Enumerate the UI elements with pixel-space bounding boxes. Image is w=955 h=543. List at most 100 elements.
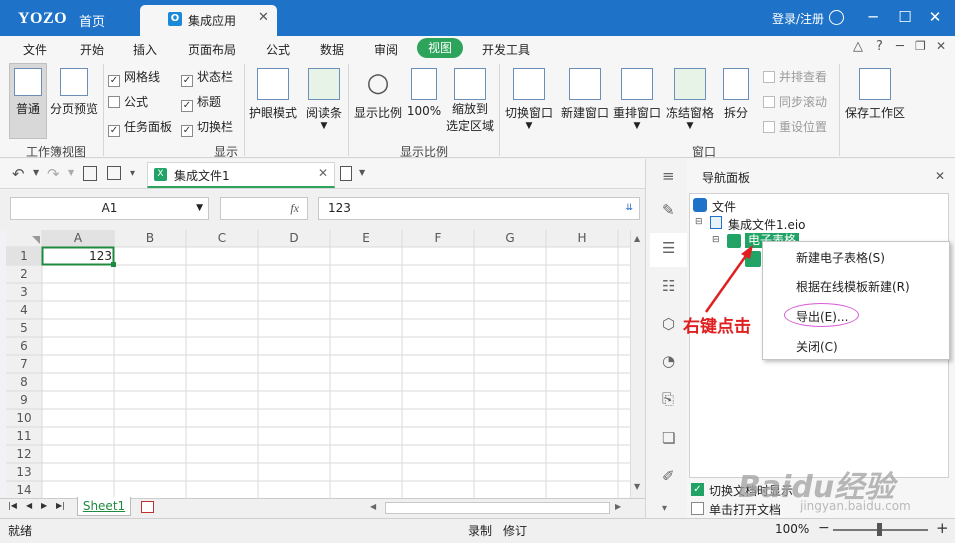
undo-dropdown-icon[interactable]: ▼ <box>33 168 39 177</box>
title-checkbox[interactable]: ✓ 标题 <box>181 93 221 112</box>
menu-formula[interactable]: 公式 <box>266 41 290 58</box>
split-button[interactable]: 拆分 <box>718 68 754 121</box>
pen-icon[interactable]: ✎ <box>662 201 675 219</box>
column-header-a[interactable]: A <box>42 231 114 245</box>
fx-button[interactable]: fx <box>220 197 308 220</box>
formula-input[interactable]: 123 ⇊ <box>318 197 640 220</box>
column-header-e[interactable]: E <box>330 231 402 245</box>
row-header-1[interactable]: 1 <box>6 249 42 263</box>
single-click-checkbox[interactable] <box>691 502 704 515</box>
column-header-g[interactable]: G <box>474 231 546 245</box>
chart-icon[interactable]: ◔ <box>662 352 675 370</box>
close-tab-icon[interactable]: ✕ <box>258 10 269 25</box>
more-icon[interactable]: ▾ <box>662 503 667 514</box>
cell-a1[interactable]: 123 <box>44 249 112 263</box>
print-preview-icon[interactable] <box>83 166 97 181</box>
column-header-b[interactable]: B <box>114 231 186 245</box>
nav-close-icon[interactable]: ✕ <box>935 169 945 183</box>
edit-icon[interactable]: ✐ <box>662 467 675 485</box>
row-header-3[interactable]: 3 <box>6 285 42 299</box>
column-header-d[interactable]: D <box>258 231 330 245</box>
row-header-4[interactable]: 4 <box>6 303 42 317</box>
next-sheet-icon[interactable]: ▶ <box>41 501 47 510</box>
vertical-scrollbar[interactable]: ▲ ▼ <box>630 230 645 498</box>
zoom-slider-handle[interactable] <box>877 523 882 536</box>
ctx-new-spreadsheet[interactable]: 新建电子表格(S) <box>796 249 885 266</box>
cube-icon[interactable]: ⬡ <box>662 315 675 333</box>
column-header-f[interactable]: F <box>402 231 474 245</box>
menu-page-layout[interactable]: 页面布局 <box>188 41 236 58</box>
column-header-h[interactable]: H <box>546 231 618 245</box>
collapse-icon[interactable]: ⊟ <box>695 217 703 227</box>
zoom-100-button[interactable]: 100% <box>405 68 443 118</box>
row-header-8[interactable]: 8 <box>6 375 42 389</box>
minimize-icon[interactable]: ─ <box>863 8 883 26</box>
scroll-down-icon[interactable]: ▼ <box>634 482 640 491</box>
settings-icon[interactable]: ☷ <box>662 277 675 295</box>
scroll-right-icon[interactable]: ▶ <box>615 502 621 511</box>
list-icon[interactable]: ☰ <box>662 239 675 257</box>
name-box[interactable]: A1 ▼ <box>10 197 209 220</box>
close-document-icon[interactable]: ✕ <box>318 166 328 180</box>
maximize-icon[interactable]: ☐ <box>895 8 915 26</box>
redo-dropdown-icon[interactable]: ▼ <box>68 168 74 177</box>
user-icon[interactable] <box>829 10 844 25</box>
customize-dropdown-icon[interactable]: ▾ <box>130 168 135 179</box>
close-window-icon[interactable]: ✕ <box>925 8 945 26</box>
save-icon[interactable] <box>107 166 121 180</box>
minimize-doc-icon[interactable]: ─ <box>896 39 904 54</box>
close-doc-icon[interactable]: ✕ <box>936 39 946 53</box>
normal-view-button[interactable]: 普通 <box>10 68 46 117</box>
reading-bar-button[interactable]: 阅读条 ▼ <box>302 68 346 131</box>
help-icon[interactable]: ? <box>876 39 883 54</box>
menu-developer[interactable]: 开发工具 <box>482 41 530 58</box>
undo-icon[interactable]: ↶ <box>12 165 25 183</box>
add-sheet-icon[interactable] <box>141 501 154 513</box>
ctx-new-from-template[interactable]: 根据在线模板新建(R) <box>796 278 910 295</box>
redo-icon[interactable]: ↷ <box>47 165 60 183</box>
spreadsheet-grid[interactable]: ABCDEFGH 1 2 3 4 5 6 7 8 9 10 11 12 13 14 123 <box>6 230 630 498</box>
eye-mode-button[interactable]: 护眼模式 <box>247 68 299 121</box>
switch-show-checkbox[interactable]: ✓ <box>691 483 704 496</box>
freeze-panes-button[interactable]: 冻结窗格 ▼ <box>664 68 716 131</box>
tree-file-label[interactable]: 集成文件1.eio <box>728 216 806 233</box>
home-tab[interactable]: 首页 <box>79 11 105 30</box>
menu-review[interactable]: 审阅 <box>374 41 398 58</box>
gridlines-checkbox[interactable]: ✓ 网格线 <box>108 68 160 87</box>
taskpane-checkbox[interactable]: ✓ 任务面板 <box>108 118 172 137</box>
sync-scroll-button[interactable]: 同步滚动 <box>763 93 827 110</box>
revise-button[interactable]: 修订 <box>503 522 527 539</box>
new-document-icon[interactable] <box>340 166 352 181</box>
zoom-in-icon[interactable]: + <box>936 519 949 537</box>
new-window-button[interactable]: 新建窗口 <box>559 68 611 121</box>
menu-home[interactable]: 开始 <box>80 41 104 58</box>
row-header-13[interactable]: 13 <box>6 465 42 479</box>
login-link[interactable]: 登录/注册 <box>772 10 824 27</box>
zoom-button[interactable]: ○ 显示比例 <box>352 68 404 121</box>
row-header-14[interactable]: 14 <box>6 483 42 497</box>
last-sheet-icon[interactable]: ▶| <box>56 501 65 510</box>
row-header-5[interactable]: 5 <box>6 321 42 335</box>
restore-doc-icon[interactable]: ❐ <box>915 39 926 53</box>
row-header-6[interactable]: 6 <box>6 339 42 353</box>
record-macro-button[interactable]: 录制 <box>468 522 492 539</box>
horizontal-scrollbar[interactable] <box>385 502 610 514</box>
side-by-side-button[interactable]: 并排查看 <box>763 68 827 85</box>
clip-icon[interactable]: ⎘ <box>662 390 674 408</box>
expand-formula-icon[interactable]: ⇊ <box>625 198 633 219</box>
scroll-left-icon[interactable]: ◀ <box>370 502 376 511</box>
scroll-up-icon[interactable]: ▲ <box>634 234 640 243</box>
zoom-selection-button[interactable]: 缩放到 选定区域 <box>443 68 497 134</box>
ctx-close[interactable]: 关闭(C) <box>796 338 838 355</box>
menu-view[interactable]: 视图 <box>417 38 463 58</box>
page-preview-button[interactable]: 分页预览 <box>48 68 100 117</box>
menu-file[interactable]: 文件 <box>23 41 47 58</box>
tree-root-label[interactable]: 文件 <box>712 198 736 215</box>
arrange-window-button[interactable]: 重排窗口 ▼ <box>611 68 663 131</box>
integrated-app-tab[interactable]: O 集成应用 ✕ <box>140 5 277 36</box>
column-header-c[interactable]: C <box>186 231 258 245</box>
row-header-11[interactable]: 11 <box>6 429 42 443</box>
new-document-dropdown-icon[interactable]: ▼ <box>359 168 365 177</box>
row-header-7[interactable]: 7 <box>6 357 42 371</box>
prev-sheet-icon[interactable]: ◀ <box>26 501 32 510</box>
